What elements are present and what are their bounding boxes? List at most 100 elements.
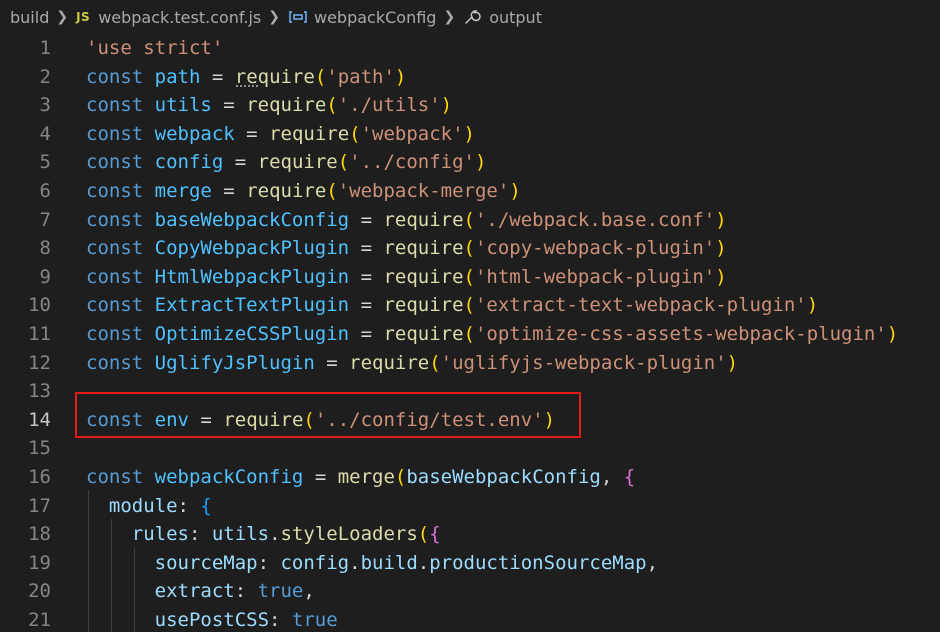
code-token: =: [211, 94, 247, 117]
code-token: config: [280, 551, 350, 574]
code-token: .: [269, 523, 281, 546]
code-line[interactable]: 18 rules: utils.styleLoaders({: [0, 520, 940, 549]
code-line[interactable]: 4 const webpack = require('webpack'): [0, 120, 940, 149]
code-line[interactable]: 12 const UglifyJsPlugin = require('uglify…: [0, 349, 940, 378]
breadcrumb-symbol[interactable]: webpackConfig: [288, 8, 436, 27]
line-number: 13: [28, 380, 51, 403]
line-number: 2: [39, 65, 51, 88]
line-number: 18: [28, 523, 51, 546]
code-text: sourceMap: config.build.productionSource…: [86, 549, 658, 578]
code-token: require: [349, 351, 430, 374]
code-token: require: [383, 322, 464, 345]
code-line[interactable]: 19 sourceMap: config.build.productionSou…: [0, 549, 940, 578]
code-line[interactable]: 16 const webpackConfig = merge(baseWebpac…: [0, 463, 940, 492]
code-token: './utils': [337, 94, 441, 117]
chevron-right-icon: ❯: [56, 9, 69, 25]
code-line[interactable]: 6 const merge = require('webpack-merge'): [0, 177, 940, 206]
code-token: ,: [303, 580, 315, 603]
code-token: ): [715, 208, 727, 231]
code-token: (: [417, 523, 430, 546]
code-token: (: [394, 465, 407, 488]
code-token: ExtractTextPlugin: [154, 294, 350, 317]
code-token: 'use strict': [86, 37, 224, 59]
code-token: '../config': [349, 151, 475, 174]
line-number: 16: [28, 465, 51, 488]
breadcrumb-file[interactable]: JS webpack.test.conf.js: [76, 8, 261, 27]
code-line[interactable]: 20 extract: true,: [0, 577, 940, 606]
code-token: ): [806, 294, 819, 317]
code-token: require: [257, 151, 338, 174]
javascript-file-icon: JS: [76, 10, 91, 24]
code-token: require: [246, 94, 327, 117]
code-line[interactable]: 3 const utils = require('./utils'): [0, 91, 940, 120]
code-token: {: [200, 494, 212, 517]
line-number: 15: [28, 437, 51, 460]
code-token: true: [291, 608, 338, 631]
code-token: =: [349, 208, 384, 231]
code-token: 'extract-text-webpack-plugin': [474, 294, 807, 317]
code-line[interactable]: 21 usePostCSS: true: [0, 606, 940, 632]
code-token: (: [326, 94, 338, 117]
wrench-icon: [463, 8, 481, 26]
code-token: const: [86, 351, 144, 374]
breadcrumb-folder-label: build: [10, 7, 50, 27]
line-number: 12: [28, 351, 51, 374]
code-line[interactable]: 2 const path = require('path'): [0, 63, 940, 92]
code-token: const: [86, 322, 144, 345]
code-line[interactable]: 13: [0, 377, 940, 406]
code-editor[interactable]: build ❯ JS webpack.test.conf.js ❯ webpac…: [0, 0, 940, 632]
code-token: =: [200, 65, 235, 88]
line-number: 20: [28, 580, 51, 603]
code-token: (: [429, 351, 441, 374]
code-line[interactable]: 9 const HtmlWebpackPlugin = require('html…: [0, 263, 940, 292]
code-token: :: [188, 523, 212, 546]
code-token: (: [463, 294, 475, 317]
breadcrumb-property[interactable]: output: [463, 8, 542, 27]
code-line[interactable]: 1 'use strict': [0, 34, 940, 63]
line-number: 11: [28, 322, 51, 345]
breadcrumb-folder[interactable]: build: [10, 8, 49, 27]
code-token: :: [234, 580, 258, 603]
code-area[interactable]: 1'use strict' 2 const path = require('path…: [0, 34, 940, 632]
code-token: OptimizeCSSPlugin: [154, 322, 350, 345]
code-token: const: [86, 237, 144, 260]
code-line[interactable]: 7 const baseWebpackConfig = require('./we…: [0, 206, 940, 235]
line-number: 8: [39, 237, 51, 260]
code-token: './webpack.base.conf': [474, 208, 716, 231]
code-token: 'path': [326, 65, 395, 88]
code-token: ): [509, 179, 521, 202]
code-token: =: [349, 237, 384, 260]
code-line[interactable]: 15: [0, 434, 940, 463]
code-line[interactable]: 17 module: {: [0, 492, 940, 521]
code-token: =: [349, 322, 384, 345]
code-line[interactable]: 5 const config = require('../config'): [0, 148, 940, 177]
line-number: 19: [28, 551, 51, 574]
code-line[interactable]: 10 const ExtractTextPlugin = require('ext…: [0, 291, 940, 320]
code-line[interactable]: 8 const CopyWebpackPlugin = require('copy…: [0, 234, 940, 263]
code-line[interactable]: 11 const OptimizeCSSPlugin = require('opt…: [0, 320, 940, 349]
code-token: HtmlWebpackPlugin: [154, 265, 350, 288]
code-token: 'optimize-css-assets-webpack-plugin': [474, 322, 887, 345]
code-token: const: [86, 179, 144, 202]
breadcrumb-property-label: output: [489, 7, 542, 27]
code-token: UglifyJsPlugin: [154, 351, 315, 374]
code-line[interactable]: 14 const env = require('../config/test.en…: [0, 406, 940, 435]
code-token: ,: [646, 551, 659, 574]
code-token: (: [349, 122, 361, 145]
code-token: const: [86, 65, 144, 88]
code-token: utils: [211, 523, 270, 546]
code-token: {: [623, 465, 636, 488]
code-token: 'webpack': [360, 122, 464, 145]
code-text: module: {: [86, 492, 212, 521]
code-token: .: [417, 551, 430, 574]
code-token: ): [543, 408, 556, 431]
code-text: const webpack = require('webpack'): [86, 120, 475, 149]
code-token: require: [383, 208, 464, 231]
code-token: =: [314, 351, 350, 374]
